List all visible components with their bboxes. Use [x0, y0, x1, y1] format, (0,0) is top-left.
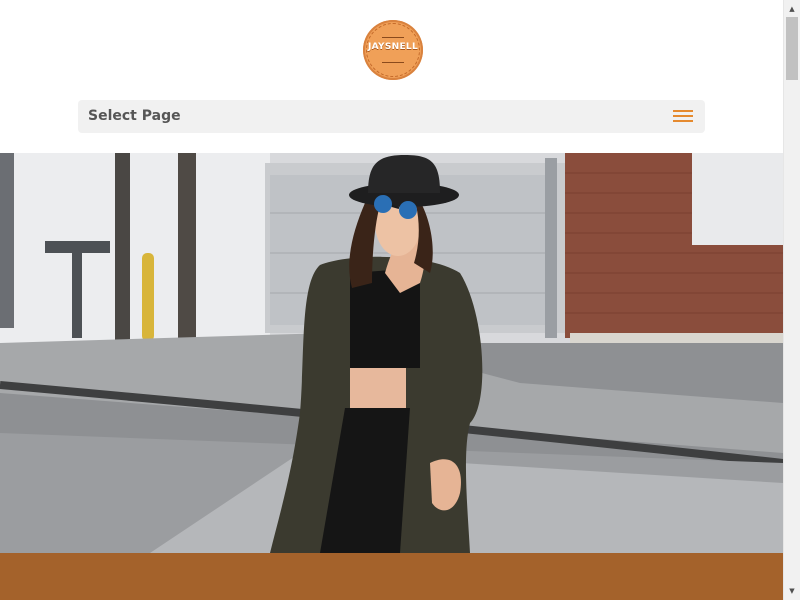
site-logo[interactable]: JAYSNELL — [363, 20, 423, 80]
chevron-down-icon[interactable]: ▼ — [784, 584, 800, 598]
scrollbar-thumb[interactable] — [786, 17, 798, 80]
hamburger-icon[interactable] — [673, 109, 693, 124]
hero-photo — [0, 153, 783, 553]
page: JAYSNELL Select Page ▲ ▼ — [0, 0, 800, 600]
logo-divider — [382, 37, 404, 38]
content-band — [0, 553, 783, 600]
logo-text: JAYSNELL — [367, 42, 418, 52]
hero-image — [0, 153, 783, 553]
chevron-up-icon[interactable]: ▲ — [784, 2, 800, 16]
select-page-label: Select Page — [88, 108, 181, 124]
mobile-menu-select[interactable]: Select Page — [78, 100, 705, 133]
site-header: JAYSNELL Select Page — [0, 0, 783, 153]
vertical-scrollbar[interactable]: ▲ ▼ — [783, 0, 800, 600]
logo-divider — [382, 62, 404, 63]
